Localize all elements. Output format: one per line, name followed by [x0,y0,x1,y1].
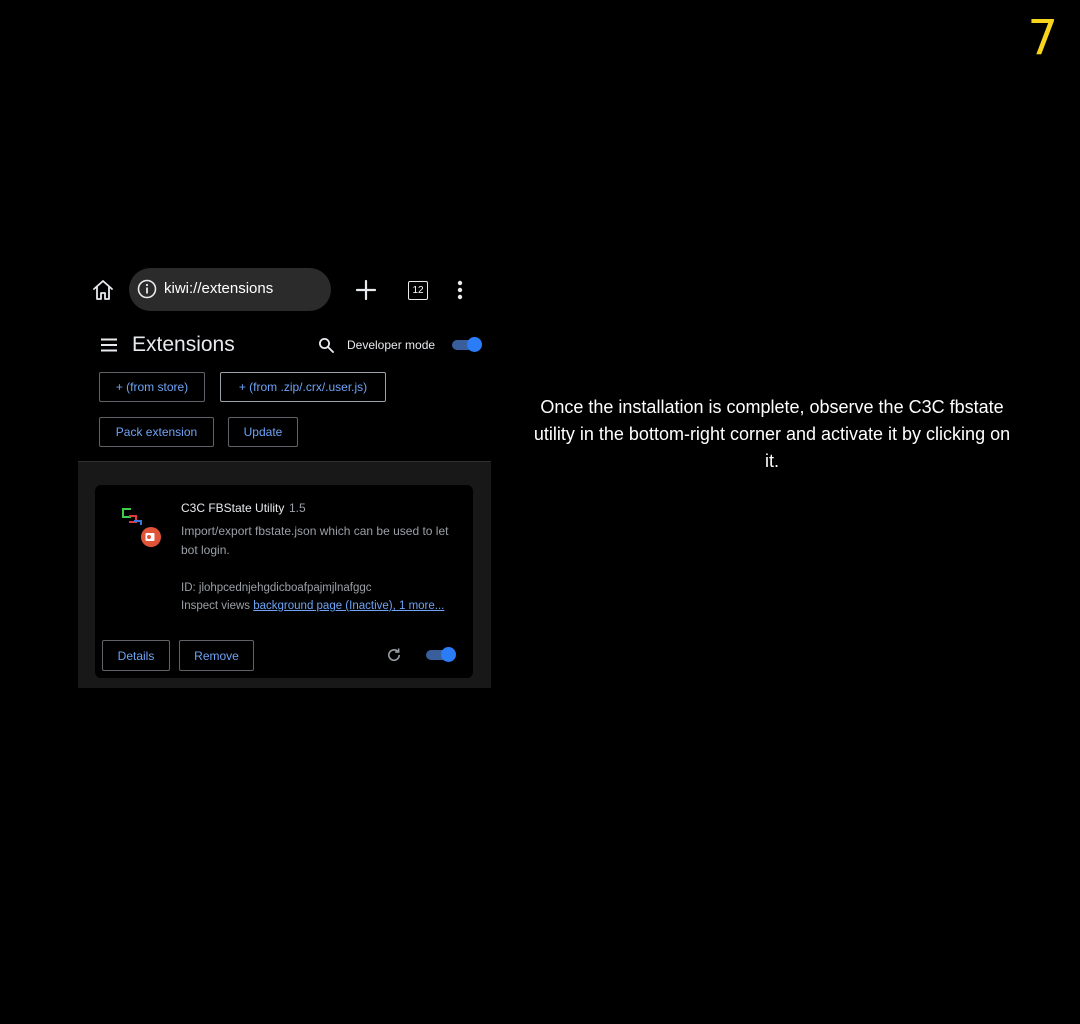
address-bar[interactable]: kiwi://extensions [129,268,331,311]
extension-description: Import/export fbstate.json which can be … [181,524,449,557]
info-icon[interactable] [137,279,157,299]
developer-mode-toggle[interactable] [452,337,482,352]
details-button[interactable]: Details [102,640,170,671]
toggle-knob [467,337,482,352]
url-text: kiwi://extensions [164,280,274,297]
inspect-views: Inspect views background page (Inactive)… [181,600,444,612]
extension-enable-toggle[interactable] [426,647,456,662]
step-number: 7 [1027,10,1058,66]
more-vert-icon[interactable] [452,278,468,302]
inspect-views-label: Inspect views [181,600,254,612]
tab-count: 12 [408,280,428,300]
extension-logo-icon [119,505,165,551]
extension-version: 1.5 [289,501,306,515]
extension-id: ID: jlohpcednjehgdicboafpajmjlnafggc [181,582,372,594]
instruction-caption: Once the installation is complete, obser… [533,397,1011,471]
browser-screenshot: kiwi://extensions 12 Extensions Develope… [78,262,491,688]
browser-toolbar: kiwi://extensions 12 [78,262,491,318]
extension-card: C3C FBState Utility 1.5 Import/export fb… [95,485,473,678]
page-title: Extensions [132,333,235,356]
remove-button[interactable]: Remove [179,640,254,671]
install-from-zip-button[interactable]: + (from .zip/.crx/.user.js) [220,372,386,402]
new-tab-plus-icon[interactable] [354,278,378,302]
extensions-list: C3C FBState Utility 1.5 Import/export fb… [78,461,491,688]
toggle-knob [441,647,456,662]
home-icon[interactable] [90,276,116,304]
hamburger-menu-icon[interactable] [100,337,118,353]
extension-name: C3C FBState Utility [181,501,285,515]
extensions-header: Extensions Developer mode [78,324,491,366]
developer-mode-label: Developer mode [347,338,436,352]
reload-icon[interactable] [385,646,403,664]
install-from-store-button[interactable]: + (from store) [99,372,205,402]
tab-switcher-button[interactable]: 12 [406,279,430,301]
search-icon[interactable] [317,336,335,354]
tutorial-frame: 7 kiwi://extensions 12 Extensions Develo… [0,0,1080,1024]
inspect-views-link[interactable]: background page (Inactive), 1 more... [253,600,444,612]
pack-extension-button[interactable]: Pack extension [99,417,214,447]
update-button[interactable]: Update [228,417,298,447]
